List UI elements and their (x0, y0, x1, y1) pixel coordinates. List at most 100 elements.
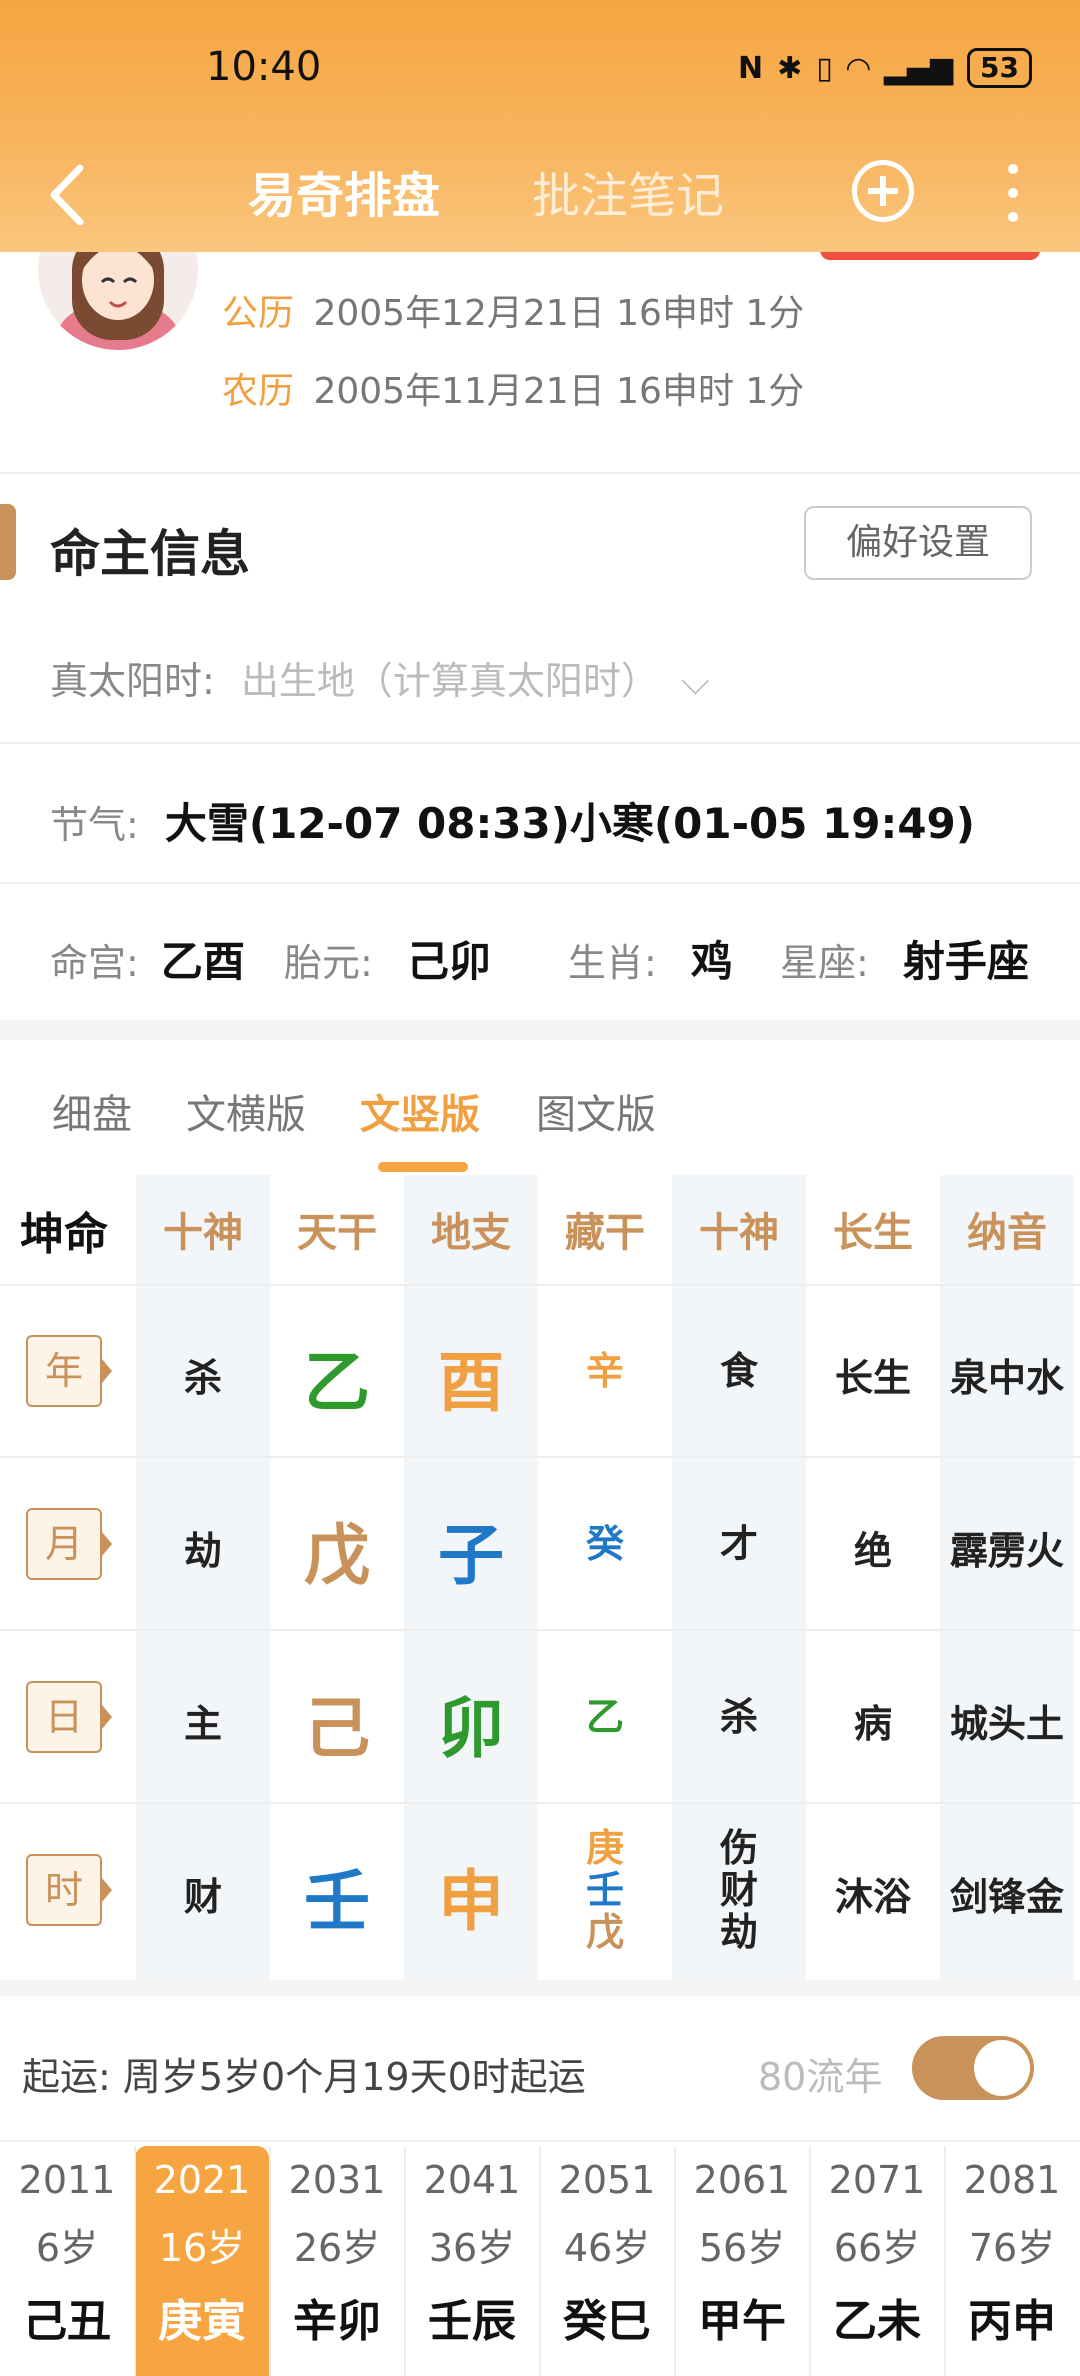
qiyun-text: 起运: 周岁5岁0个月19天0时起运 (22, 2055, 586, 2099)
dayun-year: 2041 (423, 2158, 521, 2202)
dayun-divider (404, 2146, 406, 2376)
changsheng: 长生 (834, 1356, 911, 1400)
pillar-label[interactable]: 日 (26, 1681, 112, 1753)
tiangan: 己 (304, 1690, 370, 1767)
tab-wenshuban[interactable]: 文竖版 (360, 1082, 480, 1140)
dayun-item[interactable]: 2071 66岁 乙未 (810, 2146, 944, 2376)
solar-value: 2005年12月21日 16申时 1分 (313, 293, 805, 334)
tab-indicator (378, 1162, 468, 1172)
divider (0, 472, 1080, 474)
xingzuo-label: 星座: (780, 941, 869, 985)
flow-year-label: 80流年 (758, 2055, 883, 2099)
dayun-item[interactable]: 2011 6岁 己丑 (0, 2146, 134, 2376)
jieqi-label: 节气: (50, 803, 139, 847)
shishen: 财 (183, 1875, 222, 1919)
dayun-item[interactable]: 2021 16岁 庚寅 (135, 2146, 269, 2376)
dayun-item[interactable]: 2041 36岁 壬辰 (405, 2146, 539, 2376)
dayun-gz: 甲午 (698, 2296, 786, 2347)
flow-year-toggle[interactable] (912, 2036, 1034, 2100)
pillar-label[interactable]: 时 (26, 1854, 112, 1926)
dayun-divider (674, 2146, 676, 2376)
add-icon[interactable] (852, 160, 914, 222)
dayun-year: 2081 (963, 2158, 1061, 2202)
dayun-item[interactable]: 2061 56岁 甲午 (675, 2146, 809, 2376)
tab-paipan[interactable]: 易奇排盘 (248, 156, 440, 226)
divider (0, 742, 1080, 744)
canggan: 壬 (585, 1868, 624, 1912)
nayin: 剑锋金 (949, 1875, 1064, 1919)
tiangan: 乙 (304, 1344, 370, 1421)
section-accent (0, 504, 16, 580)
grid-row-divider (0, 1456, 1080, 1458)
nayin: 霹雳火 (949, 1529, 1064, 1573)
canggan-shishen: 才 (719, 1522, 758, 1566)
true-solar-row[interactable]: 真太阳时: 出生地（计算真太阳时） ⌵ (50, 650, 710, 705)
tab-notes[interactable]: 批注笔记 (532, 156, 724, 226)
grid-row-divider (0, 1284, 1080, 1286)
shishen: 劫 (183, 1529, 222, 1573)
tab-tuwenban[interactable]: 图文版 (536, 1082, 656, 1140)
xingzuo-row: 星座: 射手座 (780, 928, 1029, 989)
nayin: 城头土 (949, 1702, 1064, 1746)
solar-label: 公历 (222, 293, 295, 334)
minggong-label: 命宫: (50, 941, 139, 985)
canggan: 乙 (585, 1695, 624, 1739)
grid-header: 十神 (163, 1210, 243, 1256)
dayun-gz: 丙申 (968, 2296, 1056, 2347)
dayun-divider (269, 2146, 271, 2376)
grid-header: 天干 (297, 1210, 377, 1256)
dayun-item[interactable]: 2081 76岁丙申 (945, 2146, 1079, 2376)
birthplace-select[interactable]: 出生地（计算真太阳时） (241, 659, 659, 703)
more-icon[interactable] (1006, 164, 1020, 224)
dayun-item[interactable]: 2031 26岁 辛卯 (270, 2146, 404, 2376)
dayun-divider (134, 2146, 136, 2376)
dayun-item[interactable]: 2051 46岁 癸巳 (540, 2146, 674, 2376)
top-bar: 10:40 N ✱ ▯ ◠ ▂▄▆ 53 易奇排盘 批注笔记 (0, 0, 1080, 252)
status-time: 10:40 (206, 44, 322, 90)
changsheng: 病 (853, 1702, 892, 1746)
gender-label: 坤命 (20, 1209, 108, 1260)
dayun-gz: 乙未 (833, 2296, 921, 2347)
canggan-shishen: 劫 (719, 1910, 758, 1954)
canggan-shishen: 财 (719, 1868, 758, 1912)
grid-header: 长生 (833, 1210, 913, 1256)
dayun-year: 2061 (693, 2158, 791, 2202)
section-title: 命主信息 (50, 525, 250, 583)
minggong-value: 乙酉 (160, 937, 245, 986)
tab-xipan[interactable]: 细盘 (52, 1082, 132, 1140)
dizhi: 酉 (438, 1344, 504, 1421)
taiyuan-label: 胎元: (284, 941, 373, 985)
lunar-label: 农历 (222, 371, 295, 412)
dayun-age: 76岁 (968, 2226, 1056, 2270)
canggan-shishen: 食 (719, 1349, 758, 1393)
shengxiao-row: 生肖: 鸡 (568, 928, 733, 989)
shishen: 主 (183, 1702, 222, 1746)
dayun-age: 16岁 (158, 2226, 246, 2270)
dayun-gz: 癸巳 (563, 2296, 651, 2347)
status-bar: 10:40 N ✱ ▯ ◠ ▂▄▆ 53 (0, 0, 1080, 140)
canggan: 癸 (585, 1522, 624, 1566)
pillar-label[interactable]: 年 (26, 1335, 112, 1407)
dayun-age: 46岁 (563, 2226, 651, 2270)
shengxiao-value: 鸡 (690, 937, 733, 986)
section-gap (0, 1020, 1080, 1040)
toggle-knob (974, 2040, 1030, 2096)
dayun-year: 2071 (828, 2158, 926, 2202)
tab-wenhengban[interactable]: 文横版 (186, 1082, 306, 1140)
shengxiao-label: 生肖: (568, 941, 657, 985)
dayun-divider (809, 2146, 811, 2376)
preference-button[interactable]: 偏好设置 (804, 506, 1032, 580)
vibrate-icon: ▯ (816, 50, 833, 86)
pillar-label[interactable]: 月 (26, 1508, 112, 1580)
jieqi-value: 大雪(12-07 08:33)小寒(01-05 19:49) (164, 799, 975, 848)
status-icons: N ✱ ▯ ◠ ▂▄▆ 53 (738, 48, 1032, 88)
back-icon[interactable] (40, 160, 100, 230)
true-solar-label: 真太阳时: (50, 659, 215, 703)
canggan: 辛 (585, 1349, 624, 1393)
dizhi: 申 (438, 1863, 504, 1940)
dayun-divider (539, 2146, 541, 2376)
column-background (136, 1175, 270, 1980)
grid-row-divider (0, 1629, 1080, 1631)
dayun-year: 2021 (153, 2158, 251, 2202)
lunar-value: 2005年11月21日 16申时 1分 (313, 371, 805, 412)
